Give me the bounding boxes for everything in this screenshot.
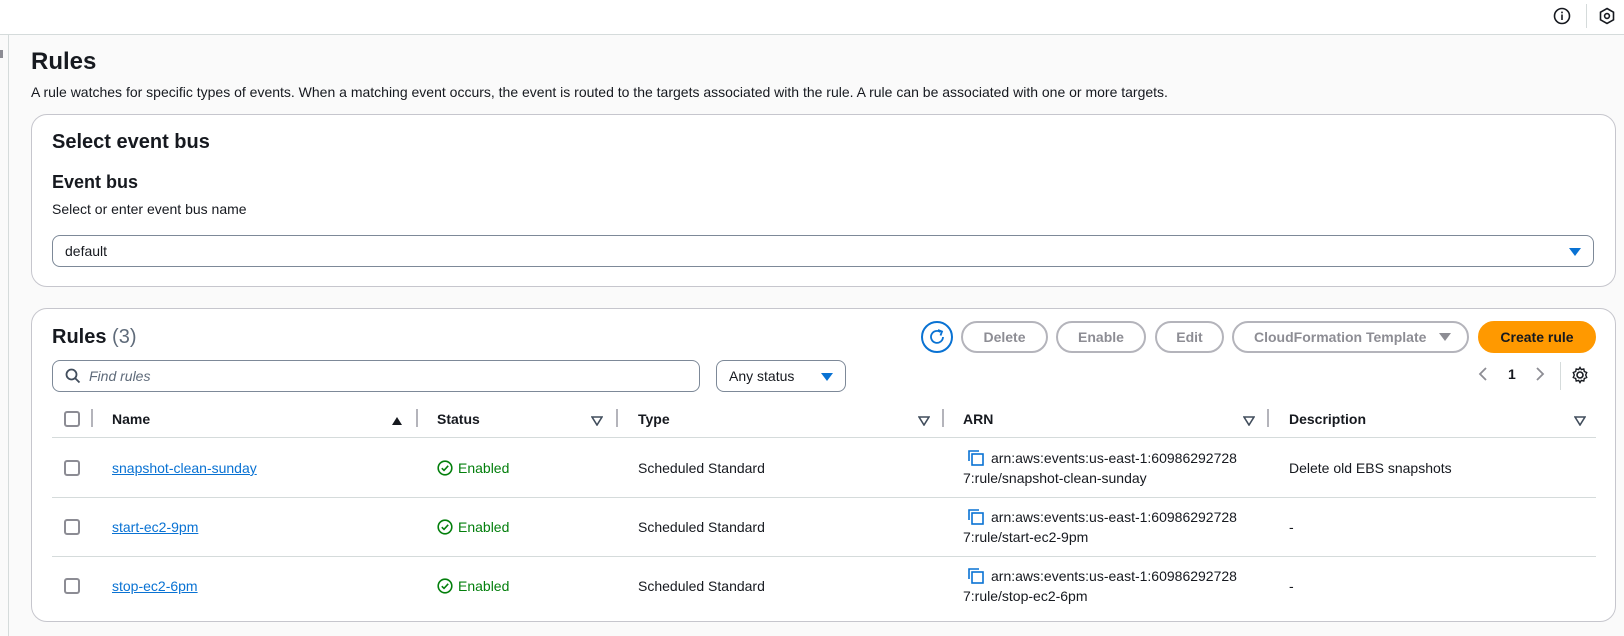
row-checkbox[interactable] xyxy=(64,460,80,476)
status-text: Enabled xyxy=(458,578,510,594)
current-page-number[interactable]: 1 xyxy=(1508,366,1516,382)
chevron-left-icon[interactable] xyxy=(1477,366,1489,385)
sort-ascending-icon[interactable] xyxy=(391,413,403,429)
delete-button[interactable]: Delete xyxy=(961,321,1048,353)
column-header-type[interactable]: Type xyxy=(638,411,670,427)
copy-icon[interactable] xyxy=(967,449,985,470)
check-circle-icon xyxy=(437,578,453,594)
pager-divider xyxy=(1560,362,1561,390)
event-bus-label: Event bus xyxy=(52,172,139,192)
column-divider xyxy=(91,409,93,427)
caret-down-icon xyxy=(1569,248,1581,256)
caret-down-icon xyxy=(821,373,833,381)
select-all-checkbox[interactable] xyxy=(64,411,80,427)
row-checkbox[interactable] xyxy=(64,578,80,594)
column-divider xyxy=(416,409,418,427)
event-bus-select[interactable]: default xyxy=(52,235,1594,267)
rule-name-link[interactable]: stop-ec2-6pm xyxy=(112,578,198,594)
page-title: Rules xyxy=(31,48,97,75)
side-navigation-edge xyxy=(8,35,9,636)
status-cell: Enabled xyxy=(437,578,509,594)
column-header-status[interactable]: Status xyxy=(437,411,480,427)
row-divider xyxy=(52,497,1596,498)
cloudformation-label: CloudFormation Template xyxy=(1254,329,1427,345)
status-filter-select[interactable]: Any status xyxy=(716,360,846,392)
page-description: A rule watches for specific types of eve… xyxy=(31,84,1168,100)
copy-icon[interactable] xyxy=(967,567,985,588)
info-icon[interactable] xyxy=(1552,6,1572,26)
event-bus-hint: Select or enter event bus name xyxy=(52,201,247,217)
arn-line-1: arn:aws:events:us-east-1:60986292728 xyxy=(991,450,1237,466)
column-divider xyxy=(942,409,944,427)
refresh-icon xyxy=(930,329,944,344)
copy-icon[interactable] xyxy=(967,508,985,529)
column-header-arn[interactable]: ARN xyxy=(963,411,993,427)
event-bus-selected-value: default xyxy=(65,243,108,259)
side-navigation-toggle[interactable] xyxy=(0,50,3,58)
cloudformation-template-dropdown[interactable]: CloudFormation Template xyxy=(1232,321,1469,353)
gear-icon[interactable] xyxy=(1571,366,1589,387)
arn-line-1: arn:aws:events:us-east-1:60986292728 xyxy=(991,509,1237,525)
status-filter-value: Any status xyxy=(729,368,795,384)
column-header-description[interactable]: Description xyxy=(1289,411,1366,427)
column-divider xyxy=(1267,409,1269,427)
status-cell: Enabled xyxy=(437,519,509,535)
refresh-button[interactable] xyxy=(921,321,953,353)
status-cell: Enabled xyxy=(437,460,509,476)
table-header-border xyxy=(52,437,1596,438)
arn-line-2: 7:rule/start-ec2-9pm xyxy=(963,529,1089,545)
row-divider xyxy=(52,556,1596,557)
description-cell: Delete old EBS snapshots xyxy=(1289,460,1452,476)
edit-button[interactable]: Edit xyxy=(1155,321,1224,353)
sort-icon[interactable] xyxy=(590,413,604,429)
type-cell: Scheduled Standard xyxy=(638,460,765,476)
description-cell: - xyxy=(1289,519,1294,535)
status-text: Enabled xyxy=(458,519,510,535)
sort-icon[interactable] xyxy=(1242,413,1256,429)
arn-line-2: 7:rule/stop-ec2-6pm xyxy=(963,588,1088,604)
create-rule-button[interactable]: Create rule xyxy=(1478,321,1596,353)
settings-hex-icon[interactable] xyxy=(1597,6,1617,26)
rule-name-link[interactable]: start-ec2-9pm xyxy=(112,519,198,535)
column-divider xyxy=(616,409,618,427)
arn-line-1: arn:aws:events:us-east-1:60986292728 xyxy=(991,568,1237,584)
sort-icon[interactable] xyxy=(1573,413,1587,429)
rules-panel-title: Rules (3) xyxy=(52,326,136,349)
sort-icon[interactable] xyxy=(917,413,931,429)
column-header-name[interactable]: Name xyxy=(112,411,150,427)
check-circle-icon xyxy=(437,519,453,535)
find-rules-search[interactable] xyxy=(52,360,700,392)
rules-title-text: Rules xyxy=(52,326,107,348)
search-icon xyxy=(65,368,81,384)
check-circle-icon xyxy=(437,460,453,476)
type-cell: Scheduled Standard xyxy=(638,578,765,594)
chevron-right-icon[interactable] xyxy=(1534,366,1546,385)
topbar-divider xyxy=(1586,4,1587,28)
rules-count: (3) xyxy=(112,326,137,348)
type-cell: Scheduled Standard xyxy=(638,519,765,535)
arn-line-2: 7:rule/snapshot-clean-sunday xyxy=(963,470,1147,486)
find-rules-input[interactable] xyxy=(89,368,649,384)
description-cell: - xyxy=(1289,578,1294,594)
rule-name-link[interactable]: snapshot-clean-sunday xyxy=(112,460,257,476)
top-bar xyxy=(0,0,1624,35)
caret-down-icon xyxy=(1439,333,1451,341)
status-text: Enabled xyxy=(458,460,510,476)
enable-button[interactable]: Enable xyxy=(1056,321,1146,353)
event-bus-panel-title: Select event bus xyxy=(52,131,210,153)
row-checkbox[interactable] xyxy=(64,519,80,535)
